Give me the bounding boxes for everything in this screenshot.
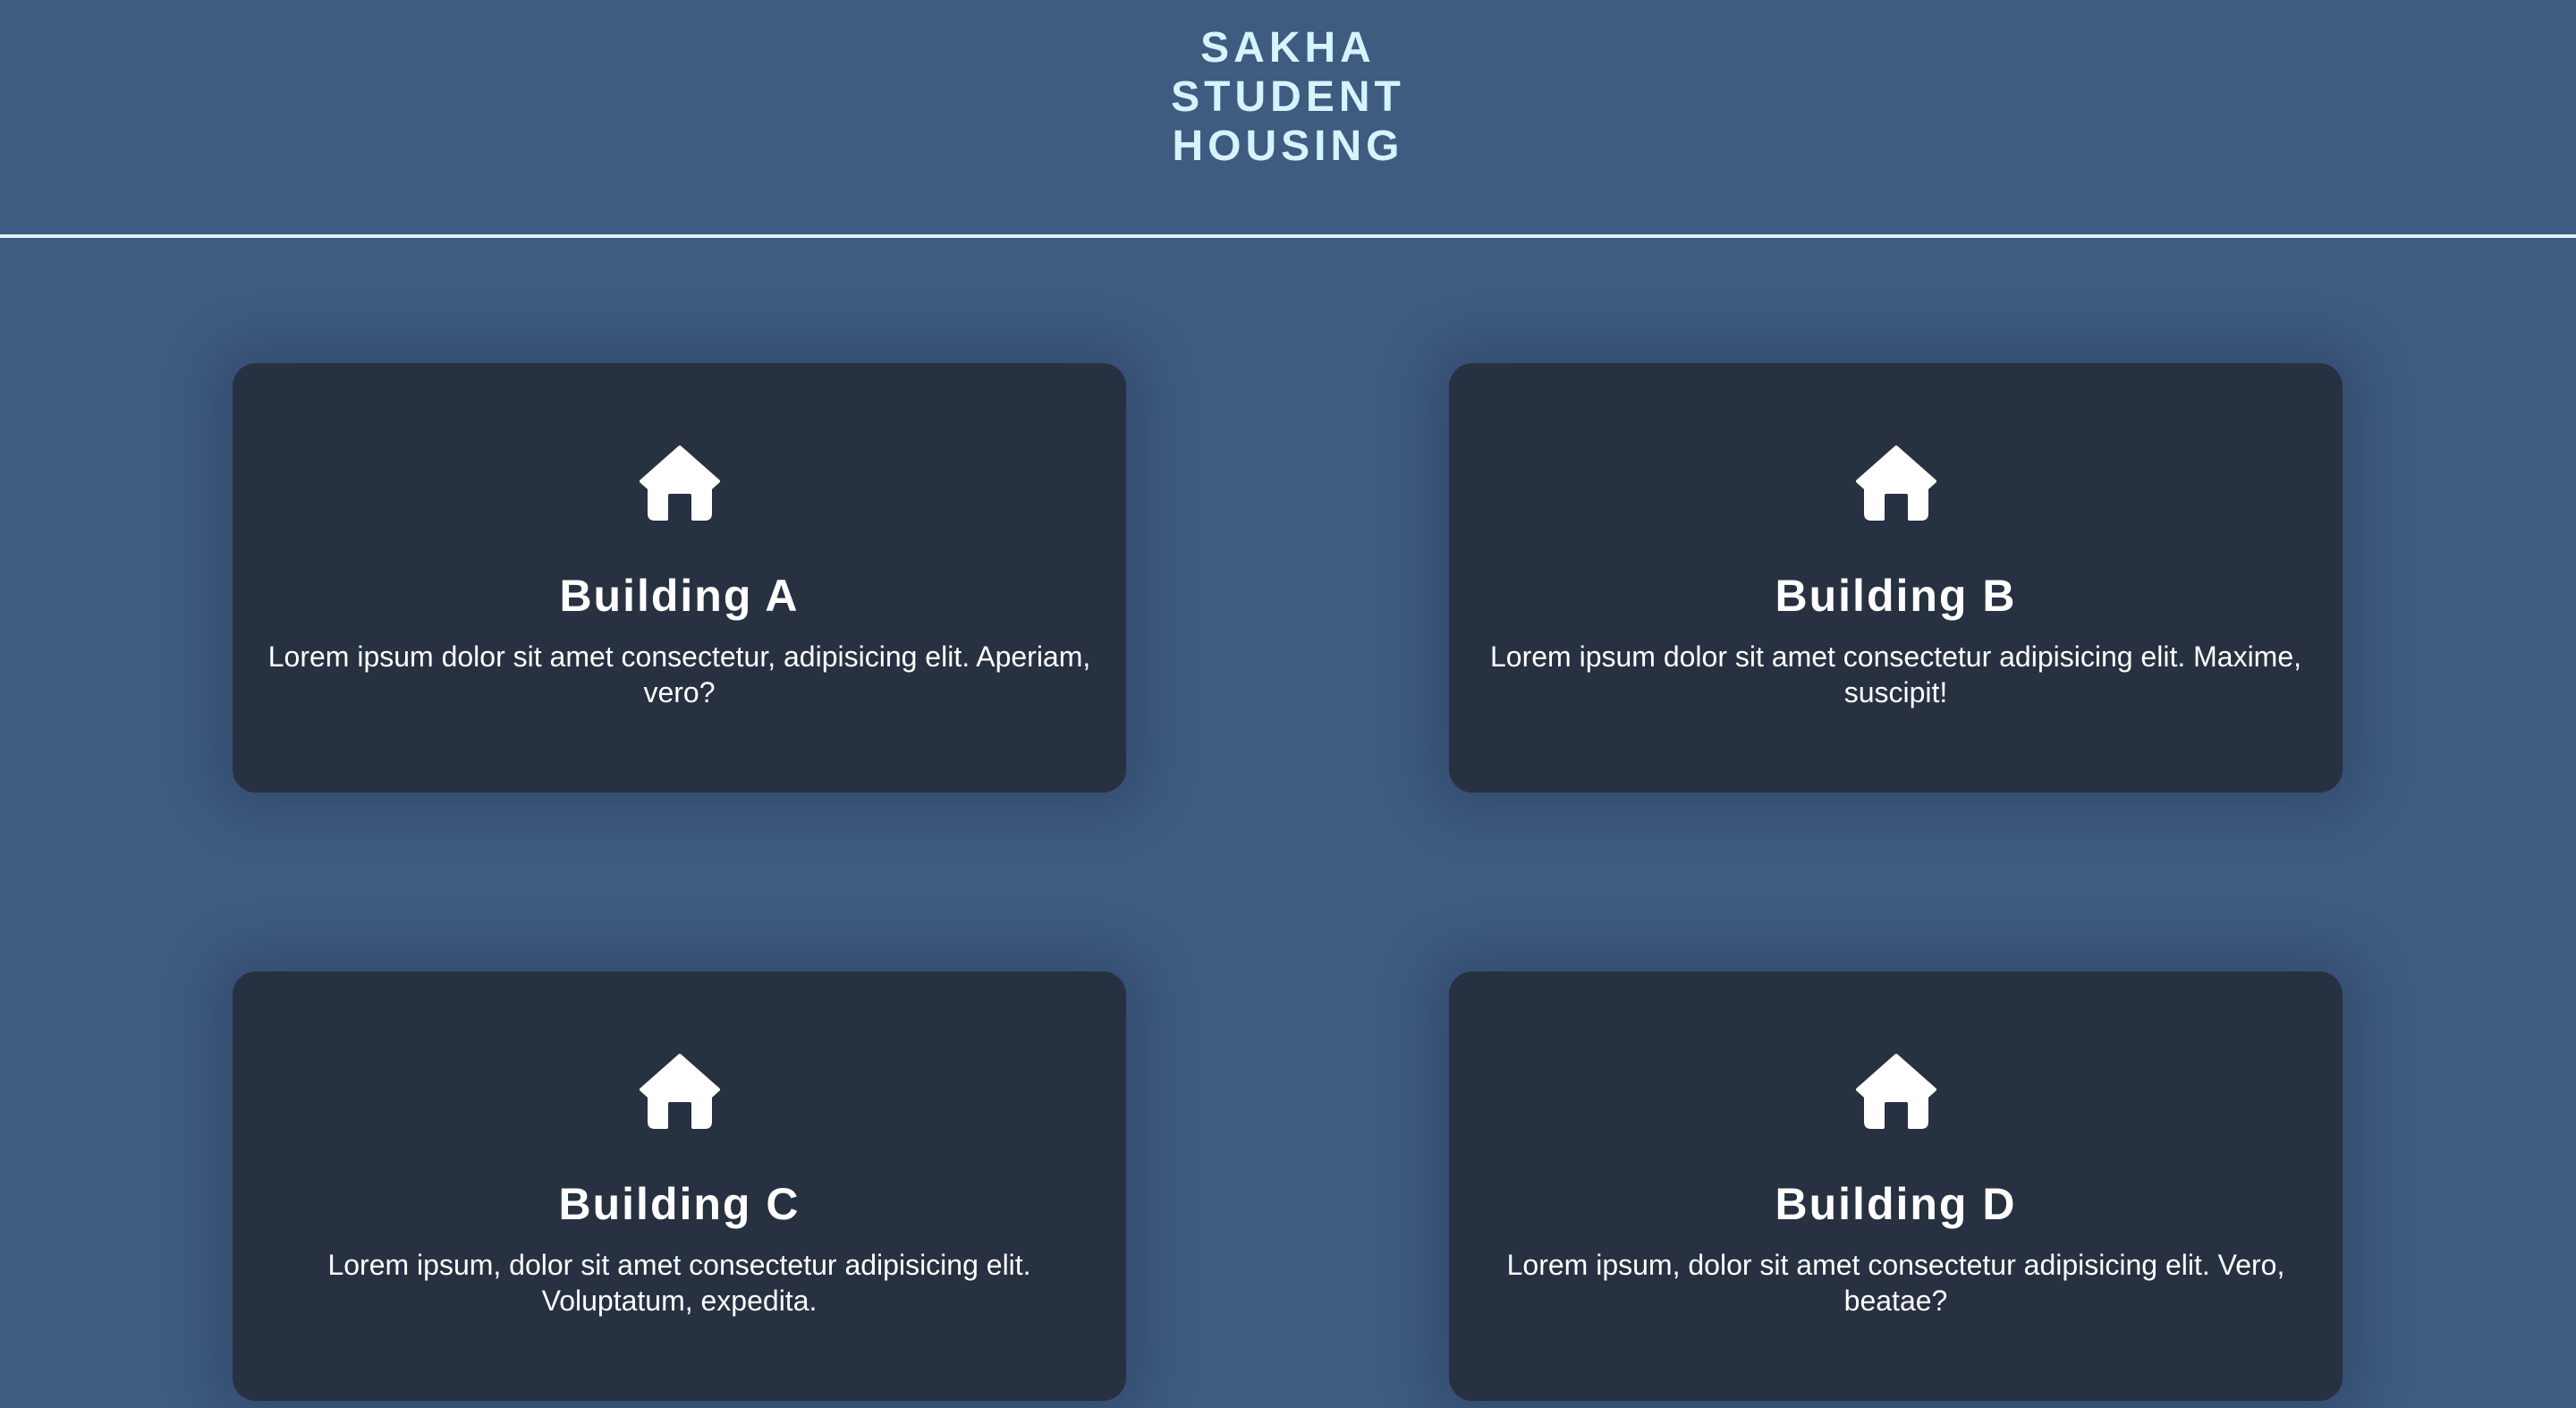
house-icon <box>1449 1054 2343 1129</box>
building-description: Lorem ipsum, dolor sit amet consectetur … <box>327 1249 1031 1317</box>
building-title: Building A <box>559 571 800 621</box>
house-icon <box>1449 445 2343 521</box>
building-card-a[interactable]: Building A Lorem ipsum dolor sit amet co… <box>233 363 1126 793</box>
building-description: Lorem ipsum dolor sit amet consectetur, … <box>267 640 1091 708</box>
building-card-d[interactable]: Building D Lorem ipsum, dolor sit amet c… <box>1449 971 2343 1401</box>
building-description: Lorem ipsum, dolor sit amet consectetur … <box>1506 1249 2285 1317</box>
building-title: Building B <box>1775 571 2017 621</box>
site-title-line: STUDENT <box>1171 73 1405 121</box>
building-card-c[interactable]: Building C Lorem ipsum, dolor sit amet c… <box>233 971 1126 1401</box>
building-description: Lorem ipsum dolor sit amet consectetur a… <box>1489 640 2302 708</box>
site-title-line: SAKHA <box>1200 24 1376 72</box>
building-title: Building D <box>1775 1179 2017 1229</box>
site-header: SAKHA STUDENT HOUSING <box>0 0 2576 238</box>
house-icon <box>233 1054 1126 1129</box>
building-card-b[interactable]: Building B Lorem ipsum dolor sit amet co… <box>1449 363 2343 793</box>
building-title: Building C <box>558 1179 801 1229</box>
site-title-line: HOUSING <box>1172 123 1404 170</box>
site-title: SAKHA STUDENT HOUSING <box>0 23 2576 171</box>
house-icon <box>233 445 1126 521</box>
